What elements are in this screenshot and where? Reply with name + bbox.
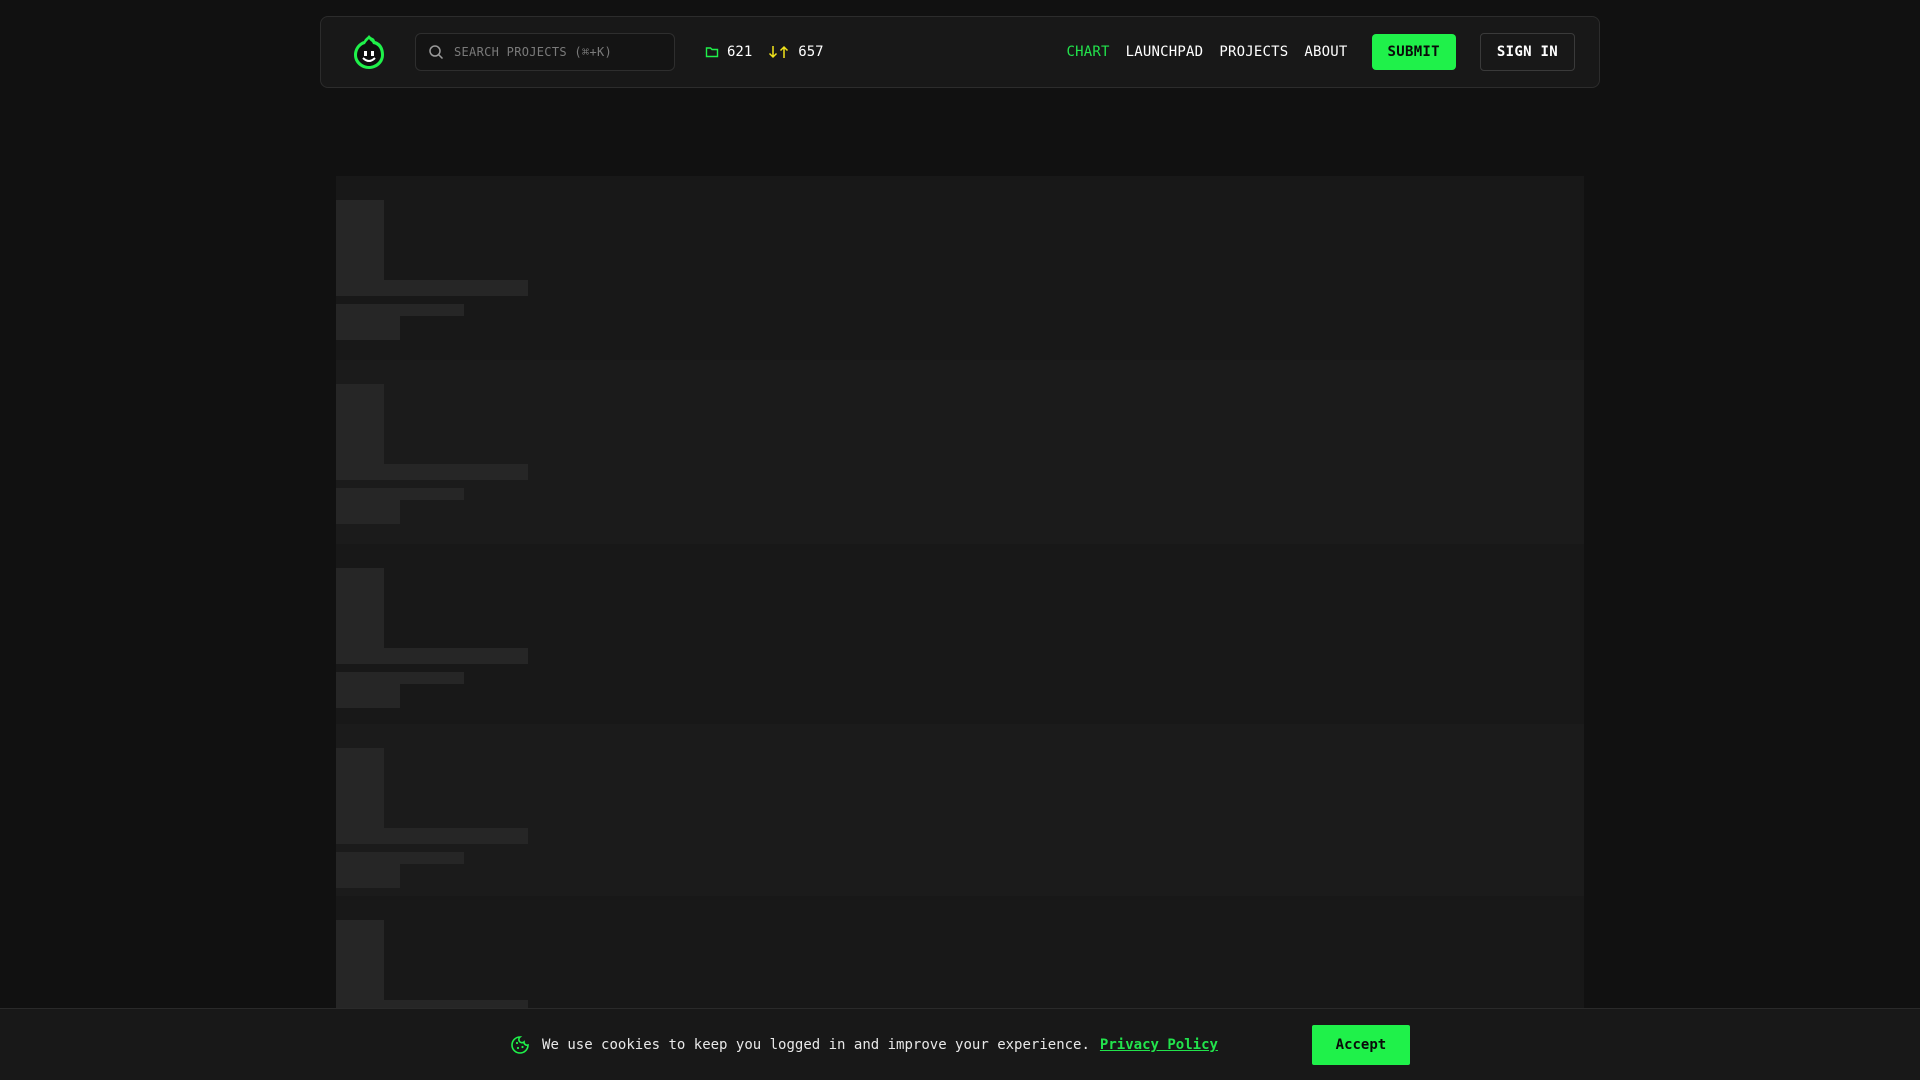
search-icon	[429, 45, 444, 60]
nav-chart[interactable]: CHART	[1067, 44, 1110, 60]
search-box[interactable]	[415, 33, 675, 71]
stats-group: 621 657	[705, 44, 824, 60]
main-nav: CHART LAUNCHPAD PROJECTS ABOUT	[1067, 44, 1348, 60]
skeleton-tag	[336, 316, 400, 340]
skeleton-card	[336, 724, 1584, 896]
skeleton-card	[336, 544, 1584, 724]
home-logo[interactable]	[351, 34, 387, 70]
sign-in-button[interactable]: SIGN IN	[1479, 33, 1575, 71]
skeleton-subtitle-line	[336, 488, 464, 500]
skeleton-tag	[336, 500, 400, 524]
nav-about[interactable]: ABOUT	[1304, 44, 1347, 60]
votes-count: 657	[798, 44, 824, 60]
nav-projects[interactable]: PROJECTS	[1219, 44, 1288, 60]
skeleton-thumbnail	[336, 920, 384, 1000]
projects-count: 621	[727, 44, 753, 60]
skeleton-title-line	[336, 280, 528, 296]
skeleton-thumbnail	[336, 200, 384, 280]
privacy-policy-link[interactable]: Privacy Policy	[1100, 1037, 1218, 1053]
skeleton-title-line	[336, 828, 528, 844]
skeleton-subtitle-line	[336, 672, 464, 684]
skeleton-subtitle-line	[336, 852, 464, 864]
skeleton-subtitle-line	[336, 304, 464, 316]
nav-launchpad[interactable]: LAUNCHPAD	[1126, 44, 1204, 60]
top-navbar: 621 657 CHART LAUNCHPAD PROJECTS ABOUT S…	[320, 16, 1600, 88]
skeleton-thumbnail	[336, 748, 384, 828]
skeleton-tag	[336, 684, 400, 708]
smiley-flame-logo-icon	[354, 35, 384, 69]
folder-icon	[705, 47, 719, 58]
up-down-arrows-icon	[769, 45, 789, 59]
cookie-icon	[511, 1035, 529, 1054]
cookie-message: We use cookies to keep you logged in and…	[542, 1036, 1090, 1053]
skeleton-title-line	[336, 648, 528, 664]
accept-cookies-button[interactable]: Accept	[1311, 1024, 1410, 1065]
skeleton-card	[336, 360, 1584, 544]
skeleton-title-line	[336, 464, 528, 480]
search-input[interactable]	[454, 45, 654, 59]
skeleton-thumbnail	[336, 568, 384, 648]
skeleton-card	[336, 176, 1584, 360]
loading-skeleton-list	[336, 176, 1584, 1080]
votes-count-stat: 657	[768, 44, 824, 60]
cookie-banner: We use cookies to keep you logged in and…	[0, 1008, 1920, 1080]
skeleton-tag	[336, 864, 400, 888]
submit-button[interactable]: SUBMIT	[1371, 34, 1456, 70]
cookie-banner-content: We use cookies to keep you logged in and…	[510, 1024, 1410, 1065]
skeleton-thumbnail	[336, 384, 384, 464]
projects-count-stat: 621	[705, 44, 752, 60]
